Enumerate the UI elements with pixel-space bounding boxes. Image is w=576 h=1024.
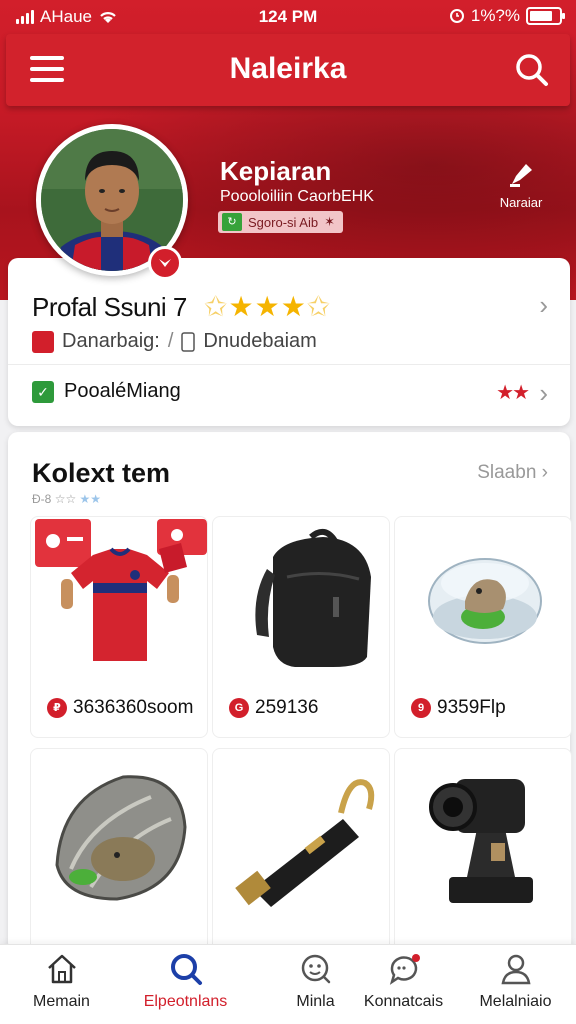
- profile-subtitle: Poooloiliin CaorbEHK: [220, 188, 374, 205]
- flashlight-image: [235, 779, 375, 907]
- tab-profile[interactable]: Melalniaio: [458, 951, 573, 1011]
- item-price: 3636360soom: [73, 697, 194, 718]
- search-icon: [170, 954, 202, 985]
- tab-explore[interactable]: Elpeotnlans: [128, 951, 243, 1011]
- pen-icon: [510, 164, 532, 187]
- tab-home[interactable]: Memain: [4, 951, 119, 1011]
- chat-icon: [389, 954, 420, 985]
- battery-icon: [526, 7, 565, 25]
- camera-image: [429, 779, 533, 903]
- collection-item[interactable]: [30, 748, 208, 970]
- alarm-icon: [449, 9, 464, 23]
- collection-item[interactable]: 9 9359Flp: [394, 516, 572, 738]
- coin-icon: G: [229, 698, 249, 718]
- collection-subtitle: Đ-8 ☆☆ ★★: [32, 492, 102, 506]
- bottom-tab-bar: Memain Elpeotnlans Minla Konnatcais Mela…: [0, 944, 576, 1024]
- edit-profile-label: Naraiar: [499, 195, 543, 210]
- team-icon: [32, 330, 54, 353]
- setting-row[interactable]: ✓ PooaléMiang: [32, 380, 181, 403]
- profile-summary-card: Profal Ssuni 7 ✩ ★ ★ ★ ✩ › Danarbaig: / …: [8, 258, 570, 426]
- coin-icon: 9: [411, 698, 431, 718]
- setting-label: PooaléMiang: [64, 380, 181, 402]
- collection-card: Kolext tem Đ-8 ☆☆ ★★ Slaabn › ₽ 3636360s…: [8, 432, 572, 970]
- smile-icon: [301, 954, 330, 984]
- user-icon: [501, 954, 530, 985]
- jersey-image: [35, 519, 207, 661]
- star-icon: ★: [254, 291, 280, 322]
- collection-item[interactable]: [394, 748, 572, 970]
- see-all-button[interactable]: Slaabn ›: [477, 462, 548, 484]
- check-icon: ✓: [32, 380, 54, 403]
- collection-item[interactable]: G 259136: [212, 516, 390, 738]
- battery-percent: 1%?%: [470, 6, 520, 25]
- tag-icon: ↻: [222, 213, 242, 231]
- star-icon: ✩: [204, 291, 228, 322]
- tab-messages[interactable]: Konnatcais: [346, 951, 461, 1011]
- home-icon: [47, 954, 76, 984]
- star-icon: ★: [280, 291, 306, 322]
- collection-title: Kolext tem: [32, 458, 171, 488]
- info-text-2: Dnudebaiam: [203, 330, 317, 352]
- page-title: Naleirka: [229, 52, 347, 85]
- profile-name: Kepiaran: [220, 156, 332, 186]
- item-price: 9359Flp: [437, 697, 506, 718]
- setting-rating: ★★: [496, 382, 530, 404]
- status-bar: AHaue 124 PM 1%?%: [0, 0, 576, 34]
- star-icon: ★: [228, 291, 254, 322]
- profile-info-row: Danarbaig: / Dnudebaiam: [32, 330, 317, 353]
- star-icon: ★★: [79, 492, 102, 506]
- profile-tag: ↻ Sgoro-si Aib ✶: [218, 211, 343, 233]
- info-text-1: Danarbaig:: [62, 330, 160, 352]
- collection-item[interactable]: ₽ 3636360soom: [30, 516, 208, 738]
- club-badge-icon: [148, 246, 182, 280]
- star-icon: ☆☆: [54, 492, 77, 506]
- crystal-ball-image: [428, 558, 542, 644]
- football-image: [55, 775, 187, 901]
- search-button[interactable]: [514, 52, 550, 88]
- coin-icon: ₽: [47, 698, 67, 718]
- profile-tag-label: Sgoro-si Aib: [248, 214, 319, 230]
- star-icon: ✩: [306, 291, 331, 322]
- item-price: 259136: [255, 697, 319, 718]
- search-icon: [516, 54, 548, 86]
- backpack-image: [255, 528, 371, 667]
- divider: [8, 364, 570, 365]
- chevron-right-icon[interactable]: ›: [539, 290, 548, 321]
- rating-stars: ✩ ★ ★ ★ ✩: [204, 290, 330, 323]
- profile-card-title[interactable]: Profal Ssuni 7: [32, 292, 187, 323]
- collection-item[interactable]: [212, 748, 390, 970]
- star-icon: ✶: [324, 214, 335, 229]
- edit-profile-button[interactable]: Naraiar: [492, 160, 550, 210]
- top-app-bar: Naleirka: [6, 34, 570, 106]
- chevron-right-icon[interactable]: ›: [539, 378, 548, 409]
- phone-icon: [181, 331, 196, 352]
- separator: /: [167, 330, 174, 352]
